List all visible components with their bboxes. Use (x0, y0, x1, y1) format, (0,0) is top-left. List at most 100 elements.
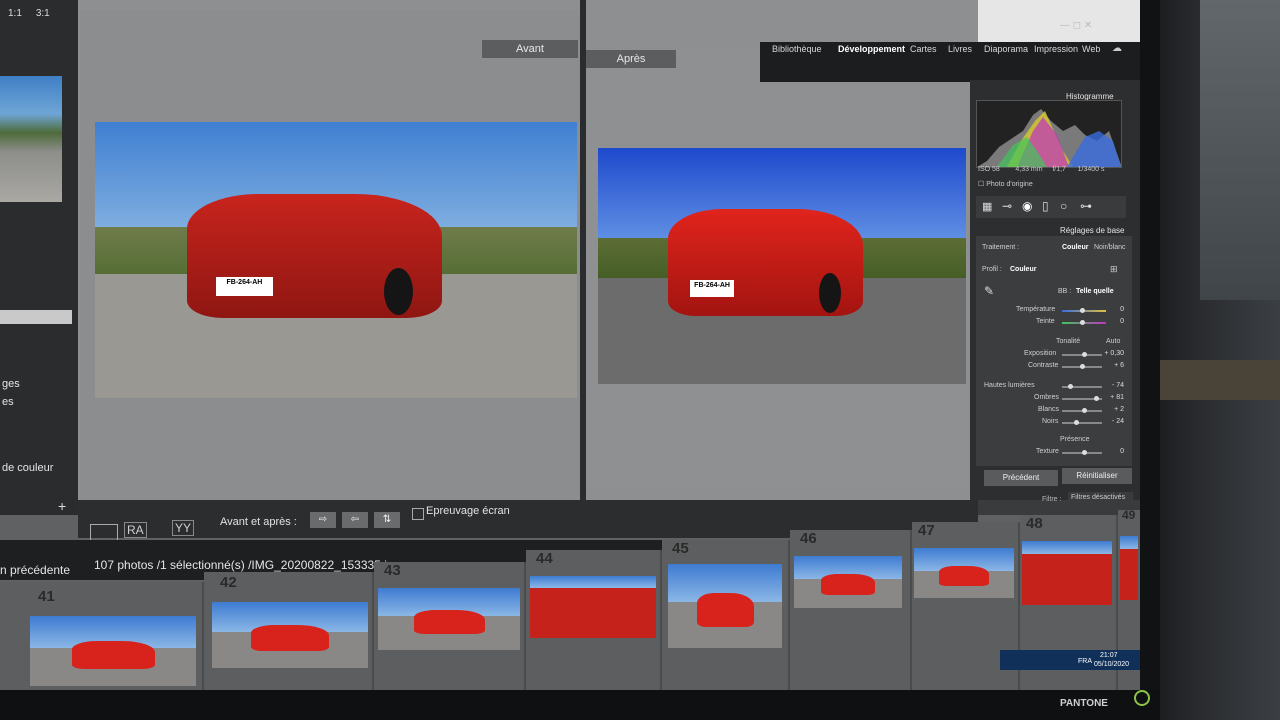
filmstrip-thumbnail[interactable] (794, 556, 902, 608)
treatment-bw[interactable]: Noir/blanc (1094, 244, 1126, 251)
original-photo-toggle[interactable]: ☐ Photo d'origine (978, 180, 1033, 188)
whites-value[interactable]: + 2 (1100, 406, 1124, 413)
radial-filter-icon[interactable]: ○ (1060, 199, 1067, 213)
shadows-value[interactable]: + 81 (1100, 394, 1124, 401)
copy-after-to-before-icon[interactable]: ⇦ (342, 512, 368, 528)
temperature-value[interactable]: 0 (1100, 306, 1124, 313)
texture-value[interactable]: 0 (1100, 448, 1124, 455)
wb-label: BB : (1058, 288, 1072, 295)
brush-icon[interactable]: ⊶ (1080, 199, 1092, 213)
filmstrip-cell[interactable]: 44 (526, 550, 662, 690)
window-controls[interactable]: — ◻ ✕ (1060, 20, 1092, 31)
iso-value: ISO 58 (978, 166, 1000, 173)
frame-number: 46 (800, 530, 817, 547)
filmstrip-thumbnail[interactable] (1022, 541, 1112, 605)
aperture-value: f/1,7 (1052, 166, 1066, 173)
left-panel-item[interactable]: ges (2, 378, 20, 390)
frame-number: 49 (1122, 508, 1136, 522)
pantone-logo: PANTONE (1060, 698, 1108, 709)
filter-select[interactable]: Filtres désactivés (1068, 492, 1133, 504)
treatment-color[interactable]: Couleur (1062, 244, 1088, 251)
soft-proof-checkbox[interactable] (412, 508, 424, 520)
add-icon[interactable]: + (58, 498, 66, 514)
clock-date[interactable]: 05/10/2020 (1094, 661, 1129, 668)
crop-icon[interactable]: ▦ (982, 200, 992, 213)
filmstrip-cell[interactable]: 41 (0, 582, 204, 690)
contrast-value[interactable]: + 6 (1100, 362, 1124, 369)
blacks-knob[interactable] (1074, 420, 1079, 425)
module-book[interactable]: Livres (948, 44, 972, 54)
histogram-info: ISO 58 4,33 mm f/1,7 1/3400 s (978, 166, 1118, 176)
module-library[interactable]: Bibliothèque (772, 44, 822, 54)
checkbox-icon[interactable]: ☐ (978, 181, 984, 188)
clock-time[interactable]: 21:07 (1100, 652, 1118, 659)
module-web[interactable]: Web (1082, 44, 1100, 54)
histogram (976, 100, 1122, 168)
previous-import-label[interactable]: n précédente (0, 563, 70, 577)
graduated-filter-icon[interactable]: ▯ (1042, 199, 1049, 213)
photo-wheel (384, 268, 414, 316)
before-photo[interactable]: FB-264-AH (95, 122, 577, 398)
zoom-options[interactable]: 1:1 3:1 (8, 8, 50, 19)
module-print[interactable]: Impression (1034, 44, 1078, 54)
eyedropper-icon[interactable]: ✎ (984, 284, 994, 298)
left-panel-item[interactable]: de couleur (2, 462, 53, 474)
tool-strip: ▦ ⊸ ◉ ▯ ○ ⊶ (976, 196, 1126, 218)
module-slideshow[interactable]: Diaporama (984, 44, 1028, 54)
filmstrip-thumbnail[interactable] (530, 576, 656, 638)
selection-info[interactable]: 107 photos /1 sélectionné(s) /IMG_202008… (94, 558, 400, 572)
profile-select[interactable]: Couleur (1010, 266, 1036, 273)
treatment-label: Traitement : (982, 244, 1020, 251)
filmstrip-thumbnail[interactable] (1120, 536, 1138, 600)
module-map[interactable]: Cartes (910, 44, 937, 54)
module-develop[interactable]: Développement (838, 44, 905, 54)
filmstrip-thumbnail[interactable] (212, 602, 368, 668)
redeye-icon[interactable]: ◉ (1022, 199, 1032, 213)
filmstrip-thumbnail[interactable] (668, 564, 782, 648)
swap-icon[interactable]: ⇅ (374, 512, 400, 528)
exposure-knob[interactable] (1082, 352, 1087, 357)
contrast-knob[interactable] (1080, 364, 1085, 369)
blacks-slider[interactable] (1062, 422, 1102, 424)
before-after-lr-button[interactable]: RA (124, 522, 147, 538)
temperature-knob[interactable] (1080, 308, 1085, 313)
after-photo[interactable]: FB-264-AH (598, 148, 966, 384)
whites-knob[interactable] (1082, 408, 1087, 413)
focal-value: 4,33 mm (1015, 166, 1043, 173)
filmstrip-cell[interactable]: 45 (662, 540, 790, 690)
histogram-graph (977, 109, 1121, 167)
language-indicator[interactable]: FRA (1078, 658, 1092, 665)
filmstrip-cell[interactable]: 42 (204, 572, 374, 690)
zoom-3-1[interactable]: 3:1 (36, 8, 50, 19)
cloud-icon[interactable]: ☁ (1112, 43, 1122, 54)
reset-button[interactable]: Réinitialiser (1062, 468, 1132, 484)
highlights-value[interactable]: - 74 (1100, 382, 1124, 389)
before-after-tb-button[interactable]: YY (172, 520, 195, 536)
license-plate: FB-264-AH (215, 276, 274, 296)
screen: — ◻ ✕ 1:1 3:1 ges es de couleur + oller … (0, 0, 1140, 690)
basic-settings-title[interactable]: Réglages de base (1060, 226, 1125, 235)
navigator-preview[interactable] (0, 76, 62, 202)
copy-before-to-after-icon[interactable]: ⇨ (310, 512, 336, 528)
filmstrip-cell[interactable]: 43 (374, 562, 526, 690)
left-panel-item[interactable]: es (2, 396, 14, 408)
filmstrip-thumbnail[interactable] (378, 588, 520, 650)
texture-knob[interactable] (1082, 450, 1087, 455)
tint-knob[interactable] (1080, 320, 1085, 325)
whites-label: Blancs (1038, 406, 1060, 413)
profile-grid-icon[interactable]: ⊞ (1110, 264, 1118, 275)
auto-tone-button[interactable]: Auto (1106, 338, 1120, 345)
blacks-value[interactable]: - 24 (1100, 418, 1124, 425)
shadows-knob[interactable] (1094, 396, 1099, 401)
wb-select[interactable]: Telle quelle (1076, 288, 1114, 295)
highlights-knob[interactable] (1068, 384, 1073, 389)
exposure-value[interactable]: + 0,30 (1100, 350, 1124, 357)
previous-button[interactable]: Précédent (984, 470, 1058, 486)
zoom-1-1[interactable]: 1:1 (8, 8, 22, 19)
spot-removal-icon[interactable]: ⊸ (1002, 199, 1012, 213)
filmstrip-cell[interactable]: 46 (790, 530, 912, 690)
blacks-label: Noirs (1042, 418, 1059, 425)
tint-value[interactable]: 0 (1100, 318, 1124, 325)
filmstrip-thumbnail[interactable] (30, 616, 196, 686)
filmstrip-thumbnail[interactable] (914, 548, 1014, 598)
